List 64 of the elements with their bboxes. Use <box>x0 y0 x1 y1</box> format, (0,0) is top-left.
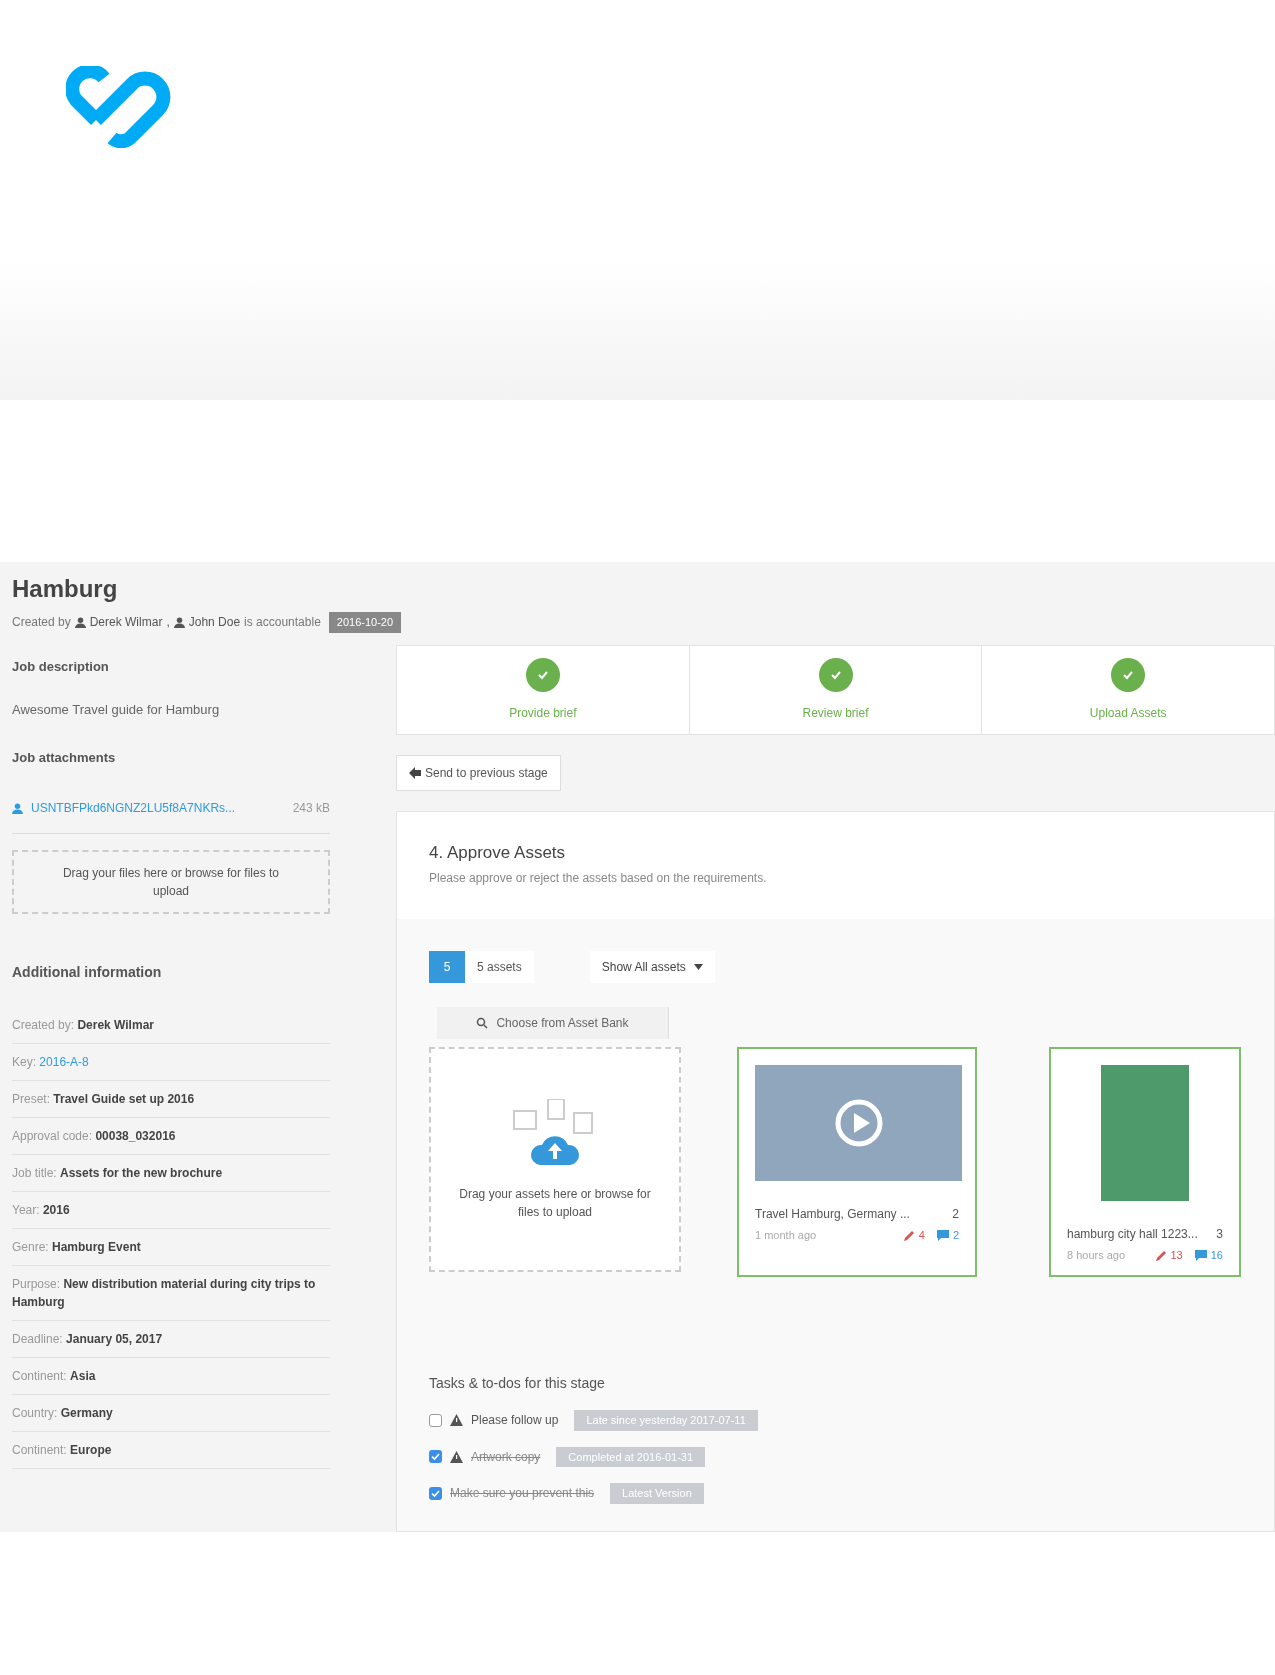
task-text: Make sure you prevent this <box>450 1485 595 1503</box>
comment-count: 16 <box>1210 1248 1223 1263</box>
file-dropzone[interactable]: Drag your files here or browse for files to upload <box>12 850 330 914</box>
section-title: Additional information <box>12 963 163 982</box>
created-label: Created by <box>12 614 71 632</box>
user-icon <box>74 616 86 628</box>
info-row: Deadline: January 05, 2017 <box>12 1321 330 1358</box>
asset-age: 8 hours ago <box>1067 1248 1126 1263</box>
edit-count: 4 <box>918 1228 925 1243</box>
previous-stage-button[interactable]: Send to previous stage <box>396 754 561 791</box>
stage-title: 4. Approve Assets <box>429 841 567 864</box>
info-row: Key: 2016-A-8 <box>12 1044 330 1081</box>
info-row: Continent: Europe <box>12 1432 330 1469</box>
asset-dropzone[interactable]: Drag your assets here or browse for files to upload <box>429 1047 681 1272</box>
date-badge: 2016-10-20 <box>328 612 402 633</box>
info-row: Created by: Derek Wilmar <box>12 1007 330 1044</box>
task-text: Artwork copy <box>471 1448 541 1466</box>
page-title: Hamburg <box>12 574 119 604</box>
info-row: Country: Germany <box>12 1395 330 1432</box>
pencil-icon <box>903 1229 915 1241</box>
info-row: Approval code: 00038_032016 <box>12 1118 330 1155</box>
filter-dropdown[interactable]: Show All assets <box>589 951 715 983</box>
checkbox[interactable] <box>429 1450 442 1464</box>
upload-instructions: Drag your assets here or browse for files to upload <box>458 1185 652 1221</box>
caret-icon <box>693 964 703 970</box>
asset-card[interactable]: hamburg city hall 1223... 3 8 hours ago 13 16 <box>1049 1047 1241 1277</box>
section-title: Job description <box>12 657 110 676</box>
task-text: Please follow up <box>471 1412 559 1430</box>
accountable-label: is accountable <box>244 614 321 632</box>
user-icon <box>173 616 185 628</box>
info-row: Preset: Travel Guide set up 2016 <box>12 1081 330 1118</box>
job-description: Awesome Travel guide for Hamburg <box>12 701 221 719</box>
user-name: John Doe <box>188 614 241 632</box>
count-badge: 5 <box>429 951 465 983</box>
info-row: Purpose: New distribution material during city trips to Hamburg <box>12 1266 330 1321</box>
stage-subtitle: Please approve or reject the assets based on the requirements. <box>429 870 768 887</box>
separator: , <box>166 614 170 632</box>
version-number: 2 <box>952 1206 959 1223</box>
checkbox[interactable] <box>429 1486 442 1500</box>
comment-count: 2 <box>952 1228 959 1243</box>
pencil-icon <box>1155 1249 1167 1261</box>
file-size: 243 kB <box>292 800 330 817</box>
comment-icon <box>1194 1249 1207 1261</box>
asset-title[interactable]: Travel Hamburg, Germany ... <box>755 1205 910 1223</box>
user-icon <box>12 802 23 814</box>
asset-title[interactable]: hamburg city hall 1223... <box>1067 1225 1198 1243</box>
asset-bank-button[interactable]: Choose from Asset Bank <box>437 1007 669 1039</box>
info-row: Year: 2016 <box>12 1192 330 1229</box>
edit-count: 13 <box>1170 1248 1183 1263</box>
arrow-left-icon <box>409 766 421 779</box>
asset-age: 1 month ago <box>755 1228 817 1243</box>
section-title: Job attachments <box>12 748 117 767</box>
tasks-title: Tasks & to-dos for this stage <box>429 1374 606 1393</box>
info-row: Continent: Asia <box>12 1358 330 1395</box>
asset-count: 5 assets <box>476 959 523 976</box>
info-row: Genre: Hamburg Event <box>12 1229 330 1266</box>
play-icon <box>834 1099 883 1147</box>
user-name: Derek Wilmar <box>89 614 163 632</box>
info-row: Job title: Assets for the new brochure <box>12 1155 330 1192</box>
asset-card[interactable]: Travel Hamburg, Germany ... 2 1 month ago 4 2 <box>737 1047 977 1277</box>
search-icon <box>476 1017 489 1029</box>
version-number: 3 <box>1216 1226 1223 1243</box>
checkbox[interactable] <box>429 1413 442 1427</box>
comment-icon <box>936 1229 949 1241</box>
